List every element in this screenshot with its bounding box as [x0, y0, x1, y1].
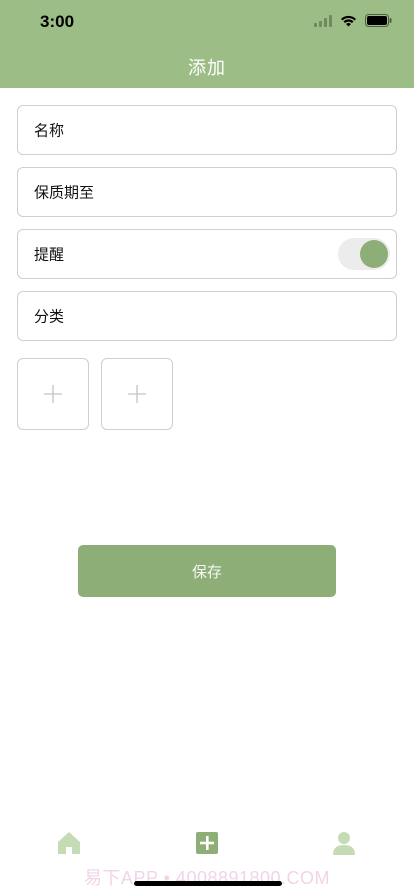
battery-icon — [365, 14, 392, 27]
expiry-date-field[interactable]: 保质期至 — [17, 167, 397, 217]
add-photo-button-1[interactable] — [17, 358, 89, 430]
name-field[interactable]: 名称 — [17, 105, 397, 155]
reminder-row: 提醒 — [17, 229, 397, 279]
save-button[interactable]: 保存 — [78, 545, 336, 597]
add-item-screen: 3:00 添加 名称 保质期至 提醒 分类 保存 易下APP • 4008891… — [0, 0, 414, 896]
name-label: 名称 — [34, 122, 65, 140]
page-title: 添加 — [188, 58, 226, 78]
plus-icon — [128, 385, 146, 403]
category-label: 分类 — [34, 308, 65, 326]
add-photo-button-2[interactable] — [101, 358, 173, 430]
home-indicator — [134, 881, 282, 886]
status-icons — [314, 14, 392, 27]
profile-icon[interactable] — [331, 830, 357, 856]
expiry-label: 保质期至 — [34, 184, 95, 202]
reminder-label: 提醒 — [34, 246, 65, 264]
home-icon[interactable] — [56, 830, 82, 856]
plus-icon — [44, 385, 62, 403]
status-time: 3:00 — [40, 12, 75, 31]
signal-icon — [314, 14, 332, 27]
watermark: 易下APP • 4008891800.COM — [83, 868, 331, 888]
toggle-knob — [360, 240, 388, 268]
add-icon[interactable] — [194, 830, 220, 856]
reminder-toggle[interactable] — [338, 238, 390, 270]
category-field[interactable]: 分类 — [17, 291, 397, 341]
header: 3:00 添加 — [0, 0, 414, 88]
wifi-icon — [341, 15, 356, 26]
